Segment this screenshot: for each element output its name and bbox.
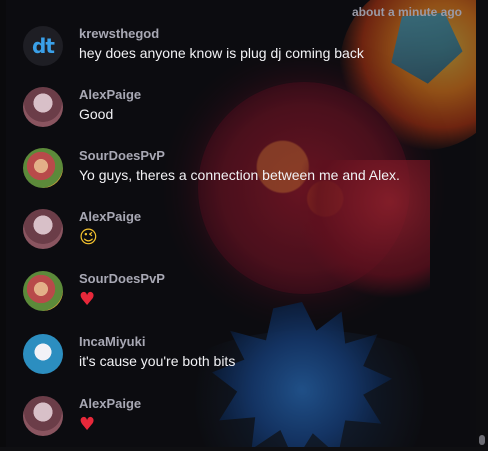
chat-message: AlexPaige ♥: [6, 393, 476, 451]
chat-message: AlexPaige Good: [6, 84, 476, 142]
chat-panel[interactable]: about a minute ago dt krewsthegod hey do…: [6, 0, 476, 447]
chat-scrollbar[interactable]: [476, 0, 488, 447]
username[interactable]: SourDoesPvP: [79, 148, 165, 163]
winking-face-emoji: 😉: [79, 227, 98, 248]
avatar[interactable]: [23, 396, 63, 436]
avatar[interactable]: [23, 87, 63, 127]
message-text: Good: [79, 106, 114, 122]
avatar[interactable]: [23, 271, 63, 311]
message-text: it's cause you're both bits: [79, 353, 236, 369]
message-text: Yo guys, theres a connection between me …: [79, 167, 400, 183]
chat-message: SourDoesPvP Yo guys, theres a connection…: [6, 145, 476, 203]
username[interactable]: IncaMiyuki: [79, 334, 145, 349]
username[interactable]: AlexPaige: [79, 209, 141, 224]
avatar[interactable]: dt: [23, 26, 63, 66]
message-timestamp: about a minute ago: [351, 5, 462, 19]
avatar[interactable]: [23, 209, 63, 249]
avatar[interactable]: [23, 148, 63, 188]
chat-message: AlexPaige 😉: [6, 206, 476, 264]
username[interactable]: krewsthegod: [79, 26, 159, 41]
avatar[interactable]: [23, 334, 63, 374]
chat-message: SourDoesPvP ♥: [6, 268, 476, 326]
chat-message: dt krewsthegod hey does anyone know is p…: [6, 23, 476, 81]
heart-emoji: ♥: [79, 414, 96, 435]
username[interactable]: AlexPaige: [79, 87, 141, 102]
scrollbar-thumb[interactable]: [479, 435, 485, 445]
dt-logo-icon: dt: [32, 34, 55, 58]
chat-message: IncaMiyuki it's cause you're both bits: [6, 331, 476, 389]
username[interactable]: SourDoesPvP: [79, 271, 165, 286]
heart-emoji: ♥: [79, 289, 96, 310]
message-text: hey does anyone know is plug dj coming b…: [79, 45, 364, 61]
username[interactable]: AlexPaige: [79, 396, 141, 411]
